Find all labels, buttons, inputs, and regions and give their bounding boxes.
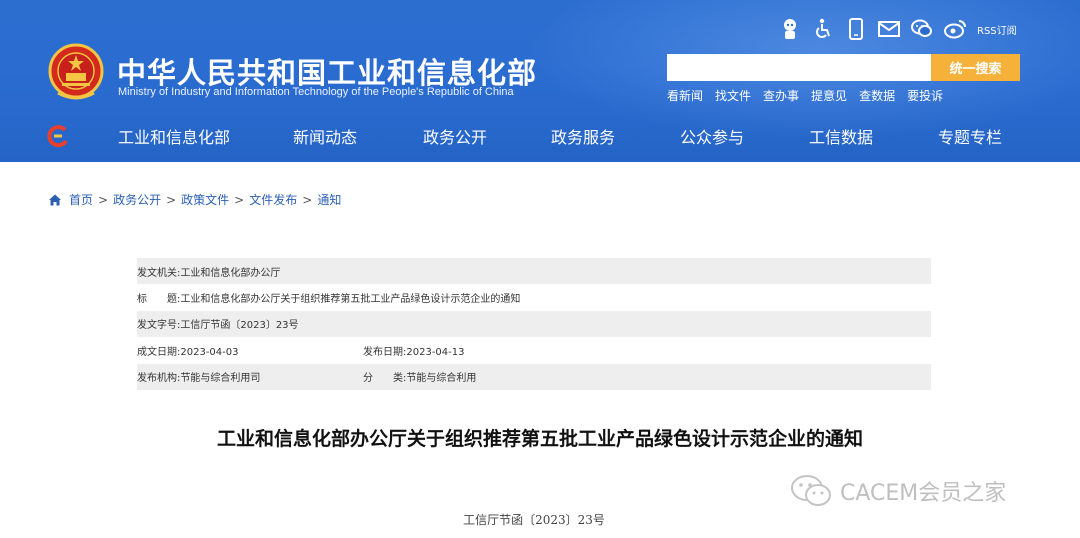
weibo-icon[interactable]: [943, 17, 967, 41]
site-header: 中华人民共和国工业和信息化部 Ministry of Industry and …: [0, 0, 1080, 162]
nav-item-news[interactable]: 新闻动态: [293, 124, 357, 148]
category-label: 分 类:: [363, 373, 407, 385]
nav-item-ministry[interactable]: 工业和信息化部: [118, 124, 230, 148]
search-input[interactable]: [667, 54, 931, 81]
breadcrumb-file-release[interactable]: 文件发布: [249, 191, 297, 208]
site-subtitle: Ministry of Industry and Information Tec…: [118, 86, 514, 98]
title-value: 工业和信息化部办公厅关于组织推荐第五批工业产品绿色设计示范企业的通知: [180, 294, 521, 306]
issuer-value: 工业和信息化部办公厅: [180, 267, 281, 279]
created-date-label: 成文日期:: [137, 346, 181, 358]
tool-icon-bar: RSS订阅: [778, 16, 1017, 42]
info-row-dates: 成文日期:2023-04-03 发布日期:2023-04-13: [137, 337, 931, 363]
issuer-label: 发文机关:: [137, 267, 181, 279]
nav-item-affairs-open[interactable]: 政务公开: [423, 124, 487, 148]
breadcrumb-separator: >: [98, 192, 109, 207]
robot-icon[interactable]: [778, 17, 802, 41]
home-icon[interactable]: [48, 193, 62, 207]
document-info-table: 发文机关:工业和信息化部办公厅 标 题:工业和信息化部办公厅关于组织推荐第五批工…: [137, 258, 931, 390]
breadcrumb-notice[interactable]: 通知: [317, 191, 341, 208]
search-button[interactable]: 统一搜索: [931, 54, 1020, 81]
docno-label: 发文字号:: [137, 320, 181, 332]
accessibility-icon[interactable]: [811, 17, 835, 41]
national-emblem-icon: [48, 43, 104, 100]
article-title: 工业和信息化部办公厅关于组织推荐第五批工业产品绿色设计示范企业的通知: [216, 428, 863, 450]
created-date-value: 2023-04-03: [180, 346, 239, 358]
info-row-docno: 发文字号:工信厅节函〔2023〕23号: [137, 310, 931, 338]
rss-link[interactable]: RSS订阅: [977, 22, 1017, 37]
info-row-publisher: 发布机构:节能与综合利用司 分 类:节能与综合利用: [137, 363, 931, 390]
nav-item-participation[interactable]: 公众参与: [680, 124, 744, 148]
title-label: 标 题:: [137, 294, 181, 306]
mail-icon[interactable]: [877, 17, 901, 41]
published-date-label: 发布日期:: [363, 346, 407, 358]
breadcrumb-separator: >: [234, 192, 245, 207]
quick-links: 看新闻 找文件 查办事 提意见 查数据 要投诉: [667, 87, 955, 104]
nav-item-services[interactable]: 政务服务: [551, 124, 615, 148]
watermark-text: CACEM会员之家: [840, 481, 1007, 506]
breadcrumb: 首页 > 政务公开 > 政策文件 > 文件发布 > 通知: [48, 191, 341, 208]
publisher-value: 节能与综合利用司: [180, 373, 261, 385]
watermark: CACEM会员之家: [790, 474, 1006, 508]
ministry-logo-icon[interactable]: [46, 124, 70, 148]
quick-link-feedback[interactable]: 提意见: [811, 87, 847, 104]
breadcrumb-affairs-open[interactable]: 政务公开: [113, 191, 161, 208]
wechat-icon[interactable]: [910, 17, 934, 41]
article-doc-number: 工信厅节函〔2023〕23号: [463, 513, 605, 527]
main-nav: 工业和信息化部 新闻动态 政务公开 政务服务 公众参与 工信数据 专题专栏: [0, 117, 1080, 155]
nav-item-data[interactable]: 工信数据: [809, 124, 873, 148]
docno-value: 工信厅节函〔2023〕23号: [180, 320, 299, 332]
quick-link-complaints[interactable]: 要投诉: [907, 87, 943, 104]
nav-item-topics[interactable]: 专题专栏: [938, 124, 1002, 148]
quick-link-data[interactable]: 查数据: [859, 87, 895, 104]
breadcrumb-separator: >: [166, 192, 177, 207]
quick-link-news[interactable]: 看新闻: [667, 87, 703, 104]
wechat-icon: [791, 475, 831, 506]
breadcrumb-home[interactable]: 首页: [69, 191, 93, 208]
breadcrumb-separator: >: [302, 192, 313, 207]
published-date-value: 2023-04-13: [406, 346, 465, 358]
info-row-issuer: 发文机关:工业和信息化部办公厅: [137, 258, 931, 285]
mobile-icon[interactable]: [844, 17, 868, 41]
breadcrumb-policy-files[interactable]: 政策文件: [181, 191, 229, 208]
category-value: 节能与综合利用: [406, 373, 477, 385]
quick-link-files[interactable]: 找文件: [715, 87, 751, 104]
publisher-label: 发布机构:: [137, 373, 181, 385]
info-row-title: 标 题:工业和信息化部办公厅关于组织推荐第五批工业产品绿色设计示范企业的通知: [137, 284, 931, 310]
quick-link-services[interactable]: 查办事: [763, 87, 799, 104]
